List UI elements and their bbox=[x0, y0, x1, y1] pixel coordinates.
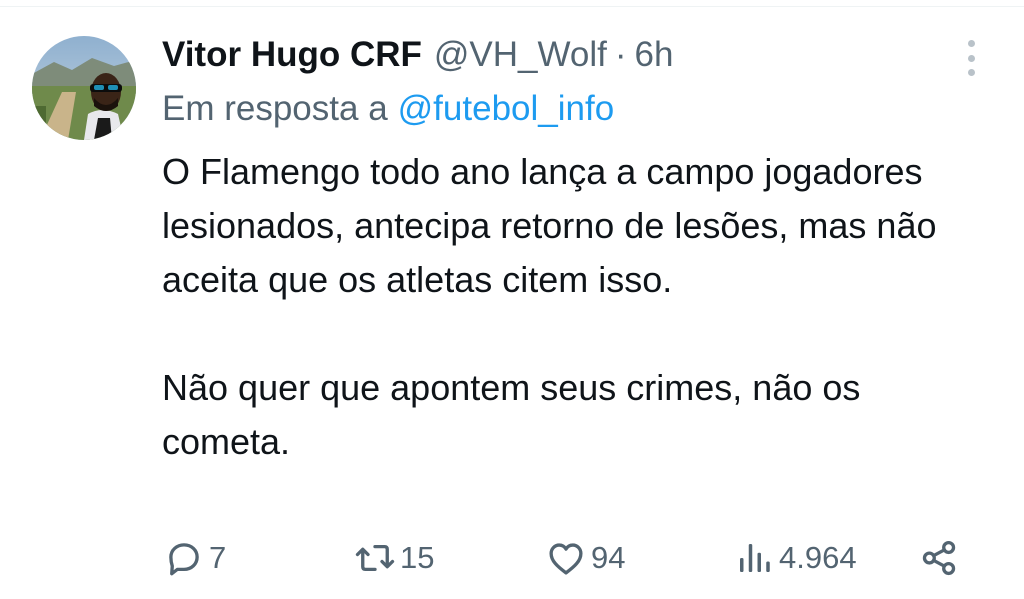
tweet-paragraph: Não quer que apontem seus crimes, não os… bbox=[162, 367, 861, 462]
avatar-photo bbox=[32, 36, 136, 140]
tweet[interactable]: Vitor Hugo CRF @VH_Wolf · 6h Em resposta… bbox=[0, 0, 1024, 599]
tweet-paragraph: O Flamengo todo ano lança a campo jogado… bbox=[162, 151, 937, 300]
reply-button[interactable]: 7 bbox=[163, 530, 226, 586]
divider bbox=[0, 6, 1024, 7]
display-name[interactable]: Vitor Hugo CRF bbox=[162, 35, 422, 75]
share-nodes-icon bbox=[922, 540, 956, 576]
reply-context: Em resposta a @futebol_info bbox=[162, 84, 614, 134]
like-button[interactable]: 94 bbox=[545, 530, 625, 586]
heart-icon bbox=[549, 543, 583, 575]
retweet-arrows-icon bbox=[355, 544, 395, 572]
bar-chart-icon bbox=[740, 544, 770, 572]
reply-count: 7 bbox=[209, 540, 227, 575]
views-count: 4.964 bbox=[779, 540, 857, 575]
action-bar: 7 15 94 4.964 bbox=[0, 530, 1024, 586]
reply-prefix: Em resposta a bbox=[162, 89, 388, 128]
tweet-header: Vitor Hugo CRF @VH_Wolf · 6h bbox=[162, 30, 673, 80]
like-count: 94 bbox=[591, 540, 626, 575]
views-button[interactable]: 4.964 bbox=[733, 530, 857, 586]
reply-to-link[interactable]: @futebol_info bbox=[398, 89, 615, 129]
vertical-dots-icon[interactable] bbox=[956, 38, 986, 78]
retweet-count: 15 bbox=[400, 540, 435, 575]
speech-bubble-icon bbox=[169, 543, 199, 576]
user-handle[interactable]: @VH_Wolf bbox=[434, 35, 607, 75]
separator-dot: · bbox=[614, 35, 627, 74]
tweet-text: O Flamengo todo ano lança a campo jogado… bbox=[162, 145, 982, 469]
retweet-button[interactable]: 15 bbox=[354, 530, 434, 586]
timestamp[interactable]: 6h bbox=[635, 35, 674, 75]
avatar[interactable] bbox=[32, 36, 136, 140]
share-button[interactable] bbox=[918, 530, 960, 586]
